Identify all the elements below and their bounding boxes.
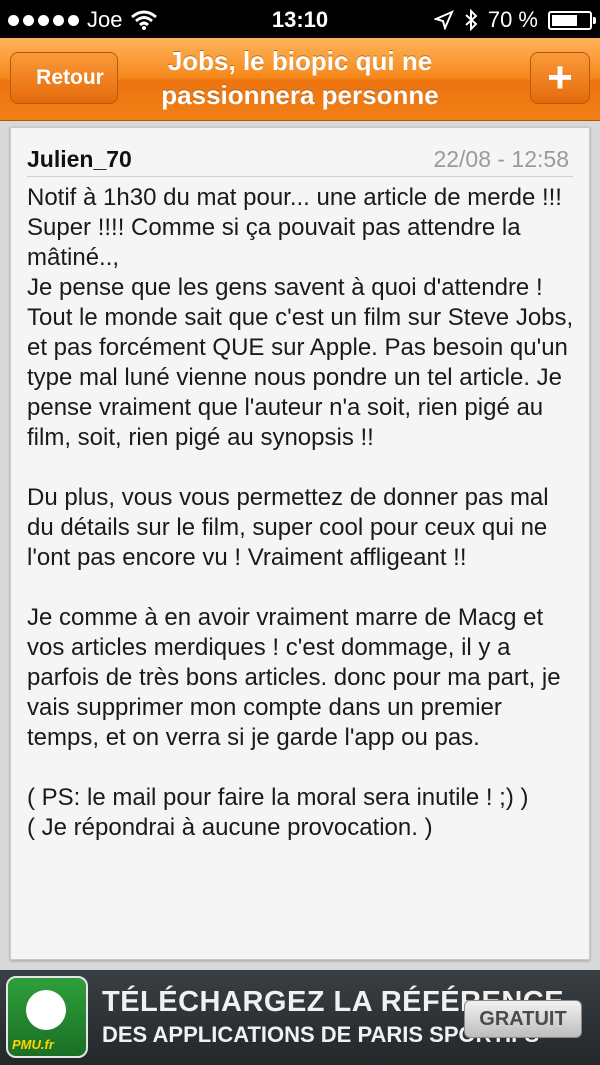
- soccer-ball-icon: [26, 990, 66, 1030]
- bluetooth-icon: [465, 9, 478, 31]
- navigation-bar: Retour Jobs, le biopic qui ne passionner…: [0, 38, 600, 121]
- back-button[interactable]: Retour: [10, 52, 118, 104]
- comment-paragraph: Du plus, vous vous permettez de donner p…: [27, 484, 549, 571]
- comment-date: 22/08 - 12:58: [433, 146, 569, 172]
- comment-card: Julien_70 22/08 - 12:58 Notif à 1h30 du …: [10, 127, 590, 960]
- location-arrow-icon: [433, 10, 454, 30]
- status-bar: Joe 13:10 70 %: [0, 0, 600, 38]
- add-comment-button[interactable]: +: [530, 52, 590, 104]
- comment-header: Julien_70 22/08 - 12:58: [27, 144, 573, 177]
- status-right-group: 70 %: [433, 7, 596, 33]
- battery-fill: [552, 14, 577, 26]
- comment-body: Notif à 1h30 du mat pour... une article …: [27, 183, 575, 843]
- battery-icon: [548, 10, 596, 30]
- comment-paragraph: ( PS: le mail pour faire la moral sera i…: [27, 784, 529, 841]
- ad-banner[interactable]: PMU.fr TÉLÉCHARGEZ LA RÉFÉRENCE DES APPL…: [0, 970, 600, 1065]
- comment-paragraph: Je comme à en avoir vraiment marre de Ma…: [27, 604, 561, 751]
- pmu-logo: PMU.fr: [6, 976, 88, 1058]
- back-button-label: Retour: [36, 66, 104, 89]
- battery-percent: 70 %: [487, 7, 538, 32]
- page-title: Jobs, le biopic qui ne passionnera perso…: [161, 46, 439, 110]
- plus-icon: +: [547, 53, 573, 102]
- comment-paragraph: Notif à 1h30 du mat pour... une article …: [27, 184, 574, 451]
- ad-logo-text: PMU.fr: [12, 1037, 54, 1052]
- ad-gratuit-button[interactable]: GRATUIT: [464, 1000, 582, 1038]
- comment-author[interactable]: Julien_70: [27, 146, 132, 173]
